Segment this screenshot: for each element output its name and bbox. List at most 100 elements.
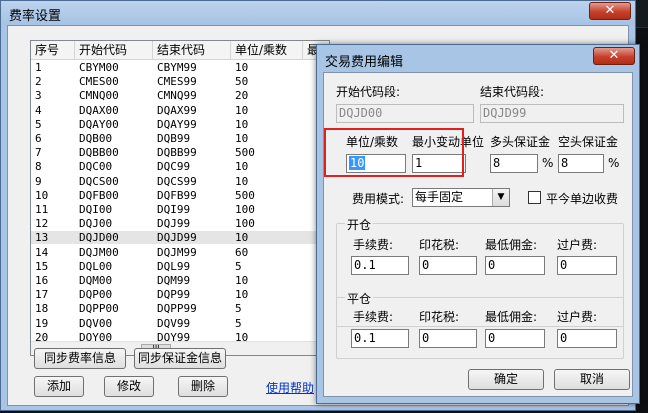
row-unit: 10: [235, 174, 249, 188]
row-index: 1: [35, 61, 42, 74]
close-position-group: 平仓 手续费: 印花税: 最低佣金: 过户费: 0.1 0 0 0: [336, 290, 624, 359]
cancel-button[interactable]: 取消: [554, 369, 630, 390]
row-unit: 10: [235, 274, 249, 287]
row-index: 2: [35, 75, 42, 89]
row-unit: 500: [235, 146, 255, 160]
start-code-label: 开始代码段:: [336, 85, 401, 99]
table-row[interactable]: 14 DQJM00 DQJM99 60: [31, 246, 329, 259]
table-row[interactable]: 3 CMNQ00 CMNQ99 20: [31, 89, 329, 102]
chevron-down-icon[interactable]: ▼: [492, 189, 509, 206]
row-unit: 100: [235, 203, 255, 216]
row-index: 11: [35, 203, 49, 216]
row-start-code: DQBB00: [79, 146, 119, 160]
table-row[interactable]: 18 DQPP00 DQPP99 5: [31, 302, 329, 315]
row-unit: 10: [235, 160, 249, 174]
close-min-comm-label: 最低佣金:: [485, 310, 538, 324]
row-end-code: DQJ99: [157, 217, 191, 231]
open-transfer-input[interactable]: 0: [557, 256, 617, 275]
table-row[interactable]: 1 CBYM00 CBYM99 10: [31, 61, 329, 74]
open-stamp-input[interactable]: 0: [419, 256, 477, 275]
row-start-code: DQI00: [79, 203, 113, 216]
open-min-comm-input[interactable]: 0: [485, 256, 545, 275]
row-unit: 20: [235, 89, 249, 103]
row-index: 18: [35, 302, 49, 316]
close-min-comm-input[interactable]: 0: [485, 329, 545, 348]
close-today-checkbox[interactable]: [528, 191, 541, 204]
table-row[interactable]: 10 DQFB00 DQFB99 500: [31, 189, 329, 202]
end-code-label: 结束代码段:: [480, 85, 545, 99]
row-unit: 5: [235, 259, 242, 273]
help-link[interactable]: 使用帮助: [266, 379, 314, 396]
row-unit: 100: [235, 217, 255, 231]
table-row[interactable]: 4 DQAX00 DQAX99 10: [31, 104, 329, 117]
row-end-code: DQCS99: [157, 174, 197, 188]
table-row[interactable]: 16 DQM00 DQM99 10: [31, 274, 329, 287]
row-index: 6: [35, 132, 42, 145]
sync-fee-button[interactable]: 同步费率信息: [34, 348, 126, 369]
fee-mode-label: 费用模式:: [352, 192, 405, 206]
end-code-input[interactable]: DQJD99: [480, 104, 624, 123]
window-close-button[interactable]: ✕: [589, 2, 631, 20]
table-row[interactable]: 12 DQJ00 DQJ99 100: [31, 217, 329, 230]
sync-margin-button[interactable]: 同步保证金信息: [134, 348, 226, 369]
column-header-end-code[interactable]: 结束代码: [153, 41, 231, 60]
column-header-unit[interactable]: 单位/乘数: [231, 41, 303, 60]
table-row[interactable]: 15 DQL00 DQL99 5: [31, 260, 329, 273]
close-stamp-label: 印花税:: [419, 310, 460, 324]
table-row[interactable]: 8 DQC00 DQC99 10: [31, 160, 329, 173]
row-start-code: DQFB00: [79, 188, 119, 202]
row-start-code: CMES00: [79, 75, 119, 89]
start-code-input[interactable]: DQJD00: [336, 104, 474, 123]
row-start-code: DQP00: [79, 288, 113, 302]
row-index: 15: [35, 259, 49, 273]
table-row[interactable]: 7 DQBB00 DQBB99 500: [31, 146, 329, 159]
dialog-title: 交易费用编辑: [325, 55, 404, 70]
window-title-bar[interactable]: 费率设置 ✕: [1, 1, 635, 25]
open-group-title: 开仓: [345, 216, 374, 233]
close-transfer-input[interactable]: 0: [557, 329, 617, 348]
edit-button[interactable]: 修改: [104, 376, 154, 397]
row-unit: 10: [235, 231, 249, 245]
window-title: 费率设置: [9, 9, 62, 24]
long-margin-percent: %: [542, 156, 554, 170]
table-row[interactable]: 11 DQI00 DQI99 100: [31, 203, 329, 216]
short-margin-percent: %: [608, 156, 620, 170]
row-unit: 5: [235, 316, 242, 330]
close-icon: ✕: [604, 3, 616, 18]
short-margin-input[interactable]: 8: [558, 154, 604, 173]
open-fee-input[interactable]: 0.1: [351, 256, 409, 275]
column-header-start-code[interactable]: 开始代码: [75, 41, 153, 60]
fee-mode-select[interactable]: 每手固定 ▼: [412, 188, 510, 207]
row-unit: 50: [235, 75, 249, 89]
row-start-code: DQB00: [79, 132, 113, 145]
row-index: 19: [35, 316, 49, 330]
fee-table[interactable]: 序号 开始代码 结束代码 单位/乘数 最 1 CBYM00 CBYM99 10 2 CME…: [30, 40, 330, 356]
row-start-code: CMNQ00: [79, 89, 119, 103]
row-end-code: CBYM99: [157, 61, 197, 74]
table-row[interactable]: 9 DQCS00 DQCS99 10: [31, 175, 329, 188]
delete-button[interactable]: 删除: [178, 376, 228, 397]
ok-button[interactable]: 确定: [468, 369, 544, 390]
table-row[interactable]: 19 DQV00 DQV99 5: [31, 317, 329, 330]
close-fee-input[interactable]: 0.1: [351, 329, 409, 348]
row-index: 5: [35, 117, 42, 131]
row-end-code: DQB99: [157, 132, 191, 145]
row-index: 9: [35, 174, 42, 188]
dialog-close-button[interactable]: ✕: [593, 47, 635, 65]
column-header-index[interactable]: 序号: [31, 41, 75, 60]
long-margin-input[interactable]: 8: [490, 154, 538, 173]
row-unit: 60: [235, 245, 249, 259]
row-end-code: CMES99: [157, 75, 197, 89]
table-row[interactable]: 13 DQJD00 DQJD99 10: [31, 231, 329, 245]
table-row[interactable]: 2 CMES00 CMES99 50: [31, 75, 329, 88]
row-index: 4: [35, 103, 42, 117]
close-stamp-input[interactable]: 0: [419, 329, 477, 348]
short-margin-label: 空头保证金: [558, 135, 619, 149]
row-start-code: CBYM00: [79, 61, 119, 74]
table-row[interactable]: 5 DQAY00 DQAY99 10: [31, 118, 329, 131]
table-row[interactable]: 6 DQB00 DQB99 10: [31, 132, 329, 145]
row-unit: 10: [235, 288, 249, 302]
fee-mode-value: 每手固定: [415, 190, 464, 204]
table-row[interactable]: 17 DQP00 DQP99 10: [31, 288, 329, 301]
add-button[interactable]: 添加: [34, 376, 84, 397]
